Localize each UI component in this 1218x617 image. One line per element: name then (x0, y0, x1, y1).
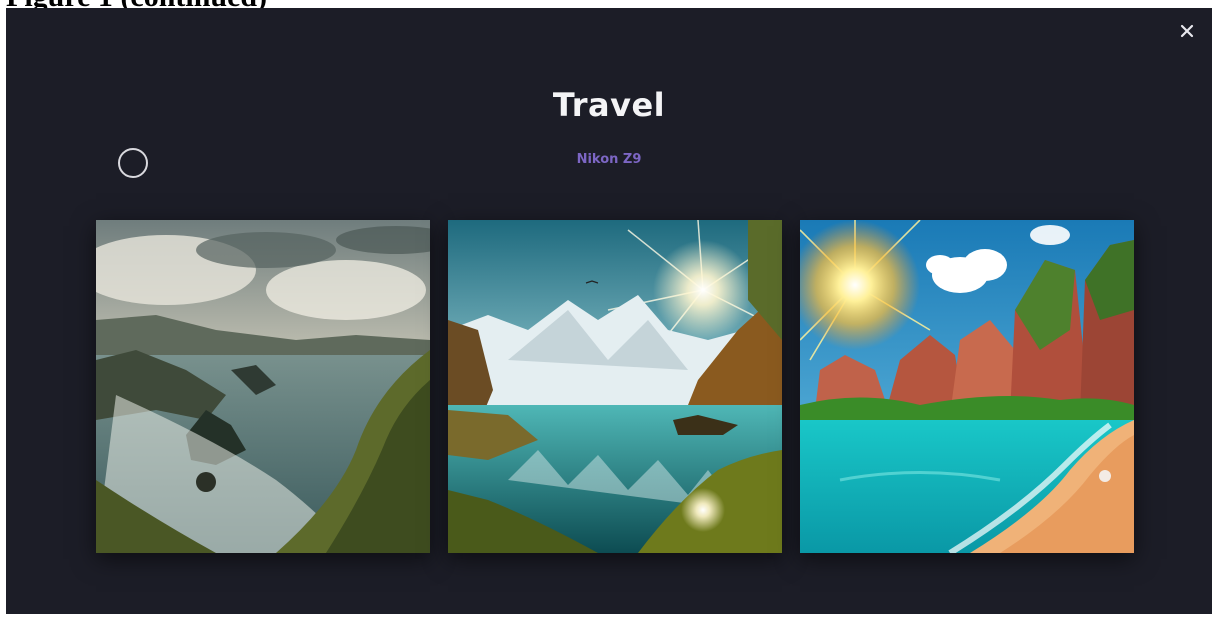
close-icon (1180, 24, 1194, 38)
close-button[interactable] (1176, 20, 1198, 42)
photo-gallery (96, 220, 1134, 553)
lightbox-modal: Travel Nikon Z9 (6, 8, 1212, 614)
mountain-lake-photo[interactable] (448, 220, 782, 553)
camera-subtitle[interactable]: Nikon Z9 (6, 152, 1212, 167)
album-title: Travel (552, 86, 666, 124)
coastal-cliffs-photo[interactable] (96, 220, 430, 553)
tropical-beach-photo[interactable] (800, 220, 1134, 553)
